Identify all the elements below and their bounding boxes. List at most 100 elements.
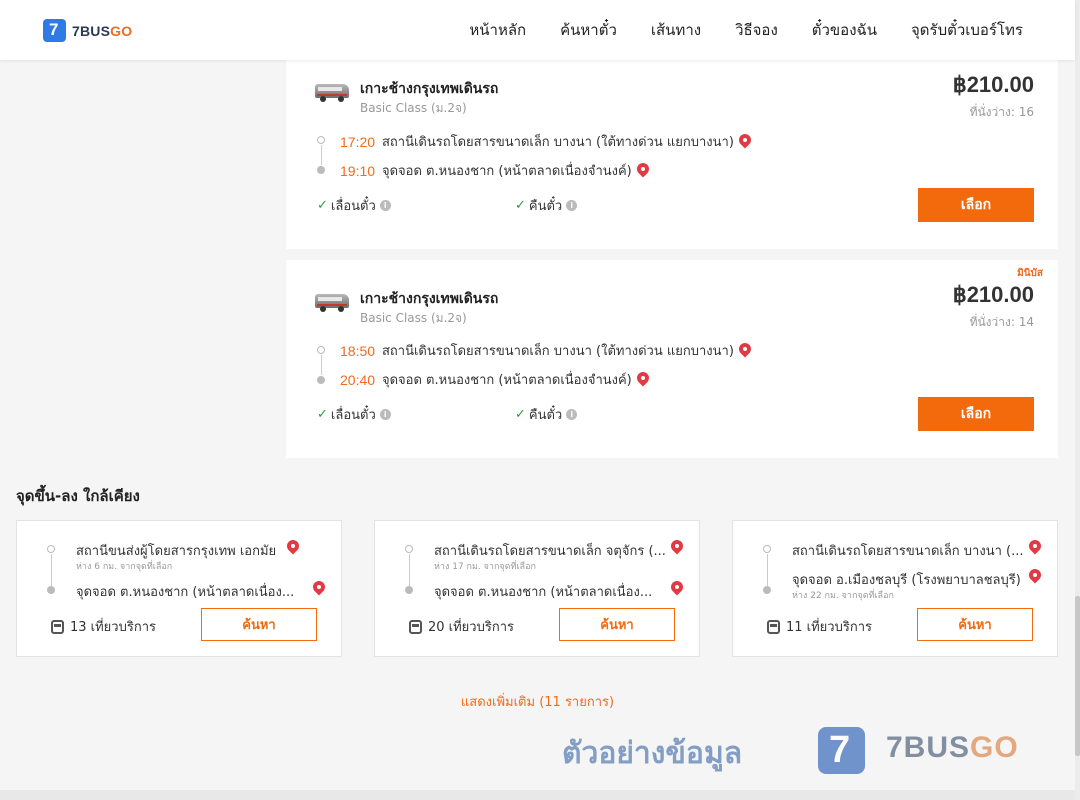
footer-strip xyxy=(0,790,1075,800)
info-icon[interactable]: i xyxy=(379,409,391,420)
bus-icon xyxy=(767,619,780,634)
company-name: เกาะช้างกรุงเทพเดินรถ xyxy=(360,291,499,307)
map-pin-icon[interactable] xyxy=(671,540,683,556)
trip-card: มินิบัส เกาะช้างกรุงเทพเดินรถ Basic Clas… xyxy=(286,50,1058,249)
nearby-trip-count: 20 เที่ยวบริการ xyxy=(409,616,514,637)
ticket-price: ฿210.00 xyxy=(952,72,1034,97)
nearby-from-stop: สถานีเดินรถโดยสารขนาดเล็ก จตุจักร (... xyxy=(434,544,666,559)
map-pin-icon[interactable] xyxy=(287,540,299,556)
timeline-line xyxy=(321,145,322,165)
site-logo[interactable]: 7BUSGO xyxy=(43,19,132,42)
timeline-end-dot xyxy=(317,166,325,174)
nearby-search-button[interactable]: ค้นหา xyxy=(559,608,675,641)
timeline-start-dot xyxy=(317,136,325,144)
nav-home[interactable]: หน้าหลัก xyxy=(469,18,526,42)
nearby-from-distance: ห่าง 17 กม. จากจุดที่เลือก xyxy=(434,562,536,572)
nearby-to-stop: จุดจอด ต.หนองชาก (หน้าตลาดเนื่อง... xyxy=(76,585,295,600)
map-pin-icon[interactable] xyxy=(1029,569,1041,585)
map-pin-icon[interactable] xyxy=(671,581,683,597)
feature-reschedule: ✓ เลื่อนตั๋ว i xyxy=(317,404,391,425)
show-more-link[interactable]: แสดงเพิ่มเติม (11 รายการ) xyxy=(0,691,1075,712)
map-pin-icon[interactable] xyxy=(739,343,751,359)
nav-search-ticket[interactable]: ค้นหาตั๋ว xyxy=(560,18,617,42)
nearby-from-distance: ห่าง 6 กม. จากจุดที่เลือก xyxy=(76,562,173,572)
feature-refund: ✓ คืนตั๋ว i xyxy=(515,195,578,216)
map-pin-icon[interactable] xyxy=(637,163,649,179)
arrival-stop: จุดจอด ต.หนองชาก (หน้าตลาดเนื่องจำนงค์) xyxy=(382,373,632,388)
watermark-logo-icon xyxy=(818,727,865,774)
arrival-time: 20:40 xyxy=(340,371,376,388)
nearby-to-stop: จุดจอด อ.เมืองชลบุรี (โรงพยาบาลชลบุรี) xyxy=(792,573,1021,588)
arrival-row: 20:40 จุดจอด ต.หนองชาก (หน้าตลาดเนื่องจำ… xyxy=(340,369,649,390)
arrival-row: 19:10 จุดจอด ต.หนองชาก (หน้าตลาดเนื่องจำ… xyxy=(340,160,649,181)
ticket-price: ฿210.00 xyxy=(952,282,1034,307)
nearby-card: สถานีเดินรถโดยสารขนาดเล็ก บางนา (... จุด… xyxy=(732,520,1058,657)
timeline-line xyxy=(321,355,322,375)
feature-refund: ✓ คืนตั๋ว i xyxy=(515,404,578,425)
departure-stop: สถานีเดินรถโดยสารขนาดเล็ก บางนา (ใต้ทางด… xyxy=(382,344,734,359)
select-trip-button[interactable]: เลือก xyxy=(918,397,1034,431)
select-trip-button[interactable]: เลือก xyxy=(918,188,1034,222)
logo-text: 7BUSGO xyxy=(72,22,133,39)
trip-card: มินิบัส เกาะช้างกรุงเทพเดินรถ Basic Clas… xyxy=(286,260,1058,458)
bus-icon xyxy=(51,619,64,634)
timeline-start-dot xyxy=(405,545,413,553)
nearby-card: สถานีขนส่งผู้โดยสารกรุงเทพ เอกมัย ห่าง 6… xyxy=(16,520,342,657)
seats-available: ที่นั่งว่าง: 14 xyxy=(969,315,1034,329)
departure-row: 17:20 สถานีเดินรถโดยสารขนาดเล็ก บางนา (ใ… xyxy=(340,131,751,152)
bus-company-logo-icon xyxy=(315,80,349,104)
timeline-end-dot xyxy=(317,376,325,384)
nearby-section-title: จุดขึ้น-ลง ใกล้เคียง xyxy=(16,487,140,505)
timeline-start-dot xyxy=(763,545,771,553)
check-icon: ✓ xyxy=(317,198,328,213)
nav-ticket-pickup[interactable]: จุดรับตั๋วเบอร์โทร xyxy=(911,18,1023,42)
nav-how-to-book[interactable]: วิธีจอง xyxy=(735,18,778,42)
page-scrollbar[interactable] xyxy=(1075,0,1080,800)
departure-time: 17:20 xyxy=(340,133,376,150)
check-icon: ✓ xyxy=(515,407,526,422)
timeline-end-dot xyxy=(47,586,55,594)
logo-mark-icon xyxy=(43,19,66,42)
nearby-to-stop: จุดจอด ต.หนองชาก (หน้าตลาดเนื่อง... xyxy=(434,585,653,600)
timeline-line xyxy=(51,554,52,586)
bus-icon xyxy=(409,619,422,634)
watermark-brand: 7BUSGO xyxy=(886,731,1019,764)
departure-time: 18:50 xyxy=(340,342,376,359)
info-icon[interactable]: i xyxy=(566,200,578,211)
info-icon[interactable]: i xyxy=(566,409,578,420)
feature-reschedule: ✓ เลื่อนตั๋ว i xyxy=(317,195,391,216)
departure-stop: สถานีเดินรถโดยสารขนาดเล็ก บางนา (ใต้ทางด… xyxy=(382,135,734,150)
timeline-end-dot xyxy=(405,586,413,594)
nearby-search-button[interactable]: ค้นหา xyxy=(201,608,317,641)
arrival-time: 19:10 xyxy=(340,162,376,179)
nearby-search-button[interactable]: ค้นหา xyxy=(917,608,1033,641)
check-icon: ✓ xyxy=(515,198,526,213)
departure-row: 18:50 สถานีเดินรถโดยสารขนาดเล็ก บางนา (ใ… xyxy=(340,340,751,361)
nav-routes[interactable]: เส้นทาง xyxy=(651,18,701,42)
timeline-end-dot xyxy=(763,586,771,594)
timeline-line xyxy=(767,554,768,586)
nearby-trip-count: 13 เที่ยวบริการ xyxy=(51,616,156,637)
nearby-to-distance: ห่าง 22 กม. จากจุดที่เลือก xyxy=(792,591,894,601)
info-icon[interactable]: i xyxy=(379,200,391,211)
bus-class: Basic Class (ม.2จ) xyxy=(360,101,467,115)
bus-type-badge: มินิบัส xyxy=(1017,268,1043,279)
map-pin-icon[interactable] xyxy=(637,372,649,388)
nearby-card: สถานีเดินรถโดยสารขนาดเล็ก จตุจักร (... ห… xyxy=(374,520,700,657)
nav-my-tickets[interactable]: ตั๋วของฉัน xyxy=(812,18,877,42)
map-pin-icon[interactable] xyxy=(1029,540,1041,556)
timeline-start-dot xyxy=(317,346,325,354)
arrival-stop: จุดจอด ต.หนองชาก (หน้าตลาดเนื่องจำนงค์) xyxy=(382,164,632,179)
scrollbar-thumb[interactable] xyxy=(1075,596,1080,756)
nearby-from-stop: สถานีขนส่งผู้โดยสารกรุงเทพ เอกมัย xyxy=(76,544,277,559)
check-icon: ✓ xyxy=(317,407,328,422)
bus-company-logo-icon xyxy=(315,290,349,314)
nearby-trip-count: 11 เที่ยวบริการ xyxy=(767,616,872,637)
map-pin-icon[interactable] xyxy=(739,134,751,150)
seats-available: ที่นั่งว่าง: 16 xyxy=(969,105,1034,119)
map-pin-icon[interactable] xyxy=(313,581,325,597)
company-name: เกาะช้างกรุงเทพเดินรถ xyxy=(360,81,499,97)
timeline-start-dot xyxy=(47,545,55,553)
watermark-text: ตัวอย่างข้อมูล xyxy=(562,736,743,771)
bus-class: Basic Class (ม.2จ) xyxy=(360,311,467,325)
